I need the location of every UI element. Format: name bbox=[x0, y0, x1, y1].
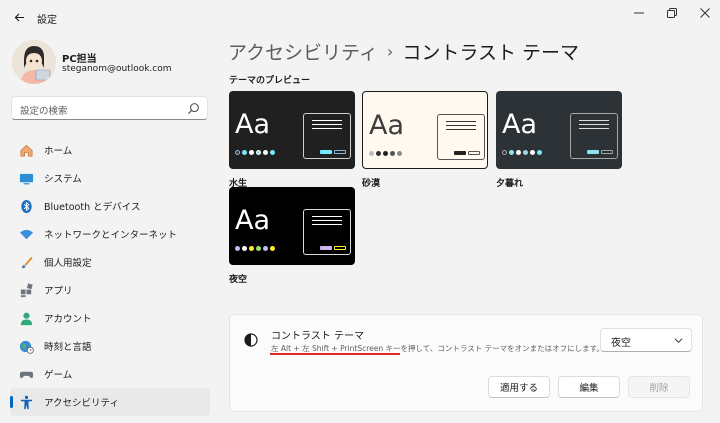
theme-window-preview bbox=[437, 114, 485, 160]
sidebar-item-label: アカウント bbox=[44, 314, 92, 325]
edit-button[interactable]: 編集 bbox=[558, 376, 620, 398]
search-icon bbox=[187, 103, 199, 115]
preview-heading: テーマのプレビュー bbox=[229, 76, 311, 86]
dropdown-selected-value: 夜空 bbox=[611, 338, 631, 349]
accessibility-icon bbox=[17, 393, 35, 411]
contrast-theme-title: コントラスト テーマ bbox=[271, 331, 364, 342]
sidebar-item-bluetooth[interactable]: Bluetooth とデバイス bbox=[10, 192, 210, 220]
avatar bbox=[12, 40, 56, 84]
sidebar-item-label: アプリ bbox=[44, 286, 73, 297]
sidebar-item-label: 時刻と言語 bbox=[44, 342, 92, 353]
back-button[interactable] bbox=[8, 6, 30, 28]
theme-card-dusk[interactable]: Aa bbox=[496, 91, 622, 169]
breadcrumb-parent[interactable]: アクセシビリティ bbox=[228, 38, 378, 65]
theme-card-aquatic[interactable]: Aa bbox=[229, 91, 355, 169]
user-name: PC担当 bbox=[62, 54, 97, 65]
contrast-icon bbox=[244, 333, 258, 347]
theme-color-dots bbox=[235, 246, 275, 251]
close-icon bbox=[700, 8, 710, 18]
theme-color-dots bbox=[369, 151, 402, 156]
theme-card-desert[interactable]: Aa bbox=[362, 91, 488, 169]
account-icon bbox=[17, 309, 35, 327]
back-arrow-icon bbox=[14, 12, 24, 22]
contrast-theme-settings-card: コントラスト テーマ 左 Alt + 左 Shift + PrintScreen… bbox=[229, 314, 703, 412]
theme-sample-text: Aa bbox=[235, 205, 271, 236]
page-title: コントラスト テーマ bbox=[402, 42, 579, 64]
theme-window-preview bbox=[570, 113, 618, 159]
theme-window-preview bbox=[303, 113, 351, 159]
breadcrumb: アクセシビリティ › コントラスト テーマ bbox=[228, 38, 579, 65]
network-icon bbox=[17, 225, 35, 243]
theme-label-night-sky: 夜空 bbox=[229, 275, 248, 285]
sidebar-item-system[interactable]: システム bbox=[10, 164, 210, 192]
apply-button[interactable]: 適用する bbox=[488, 376, 550, 398]
sidebar-item-label: ホーム bbox=[44, 146, 73, 157]
sidebar-item-home[interactable]: ホーム bbox=[10, 136, 210, 164]
theme-sample-text: Aa bbox=[235, 109, 271, 140]
app-title: 設定 bbox=[37, 15, 57, 26]
chevron-down-icon bbox=[674, 338, 683, 344]
minimize-button[interactable] bbox=[622, 0, 656, 26]
theme-card-night-sky[interactable]: Aa bbox=[229, 187, 355, 265]
sidebar-item-label: アクセシビリティ bbox=[44, 398, 119, 409]
sidebar-item-label: システム bbox=[44, 174, 82, 185]
sidebar-item-label: ゲーム bbox=[44, 370, 73, 381]
gaming-icon bbox=[17, 365, 35, 383]
theme-sample-text: Aa bbox=[369, 110, 405, 141]
sidebar-item-time-language[interactable]: 時刻と言語 bbox=[10, 332, 210, 360]
home-icon bbox=[17, 141, 35, 159]
user-email: steganom@outlook.com bbox=[62, 64, 172, 74]
sidebar-item-personalization[interactable]: 個人用設定 bbox=[10, 248, 210, 276]
sidebar-item-label: Bluetooth とデバイス bbox=[44, 202, 141, 213]
theme-label-desert: 砂漠 bbox=[362, 179, 381, 189]
restore-icon bbox=[667, 8, 677, 18]
sidebar-nav: ホーム システム Bluetooth とデバイス ネットワークとインターネット … bbox=[10, 136, 210, 416]
breadcrumb-separator: › bbox=[386, 42, 394, 61]
close-button[interactable] bbox=[688, 0, 720, 26]
title-bar: 設定 bbox=[0, 0, 720, 34]
theme-window-preview bbox=[303, 209, 351, 255]
theme-sample-text: Aa bbox=[502, 109, 538, 140]
shortcut-underline bbox=[270, 353, 400, 355]
search-input[interactable]: 設定の検索 bbox=[11, 96, 208, 120]
time-language-icon bbox=[17, 337, 35, 355]
system-icon bbox=[17, 169, 35, 187]
sidebar-item-accounts[interactable]: アカウント bbox=[10, 304, 210, 332]
theme-color-dots bbox=[235, 150, 275, 155]
sidebar-item-gaming[interactable]: ゲーム bbox=[10, 360, 210, 388]
apps-icon bbox=[17, 281, 35, 299]
minimize-icon bbox=[634, 12, 644, 14]
maximize-button[interactable] bbox=[655, 0, 689, 26]
sidebar-item-network[interactable]: ネットワークとインターネット bbox=[10, 220, 210, 248]
sidebar-item-label: 個人用設定 bbox=[44, 258, 92, 269]
selection-indicator bbox=[10, 396, 13, 408]
theme-color-dots bbox=[502, 150, 542, 155]
user-profile[interactable]: PC担当 steganom@outlook.com bbox=[12, 40, 212, 86]
sidebar-item-apps[interactable]: アプリ bbox=[10, 276, 210, 304]
search-placeholder: 設定の検索 bbox=[20, 106, 68, 117]
delete-button[interactable]: 削除 bbox=[628, 376, 690, 398]
sidebar-item-label: ネットワークとインターネット bbox=[44, 230, 178, 241]
bluetooth-icon bbox=[17, 197, 35, 215]
personalization-icon bbox=[17, 253, 35, 271]
contrast-theme-dropdown[interactable]: 夜空 bbox=[600, 328, 692, 352]
theme-label-dusk: 夕暮れ bbox=[496, 179, 524, 189]
sidebar-item-accessibility[interactable]: アクセシビリティ bbox=[10, 388, 210, 416]
